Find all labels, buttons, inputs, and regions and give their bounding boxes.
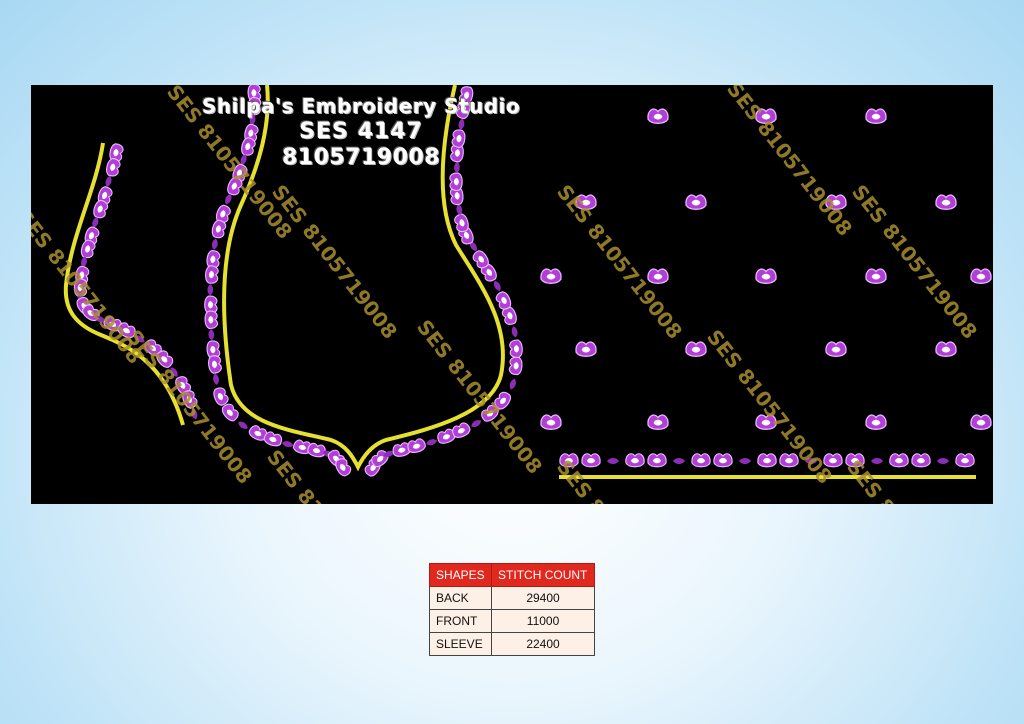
flower-motif xyxy=(204,264,220,285)
flower-motif xyxy=(647,108,669,124)
table-header-row: SHAPES STITCH COUNT xyxy=(428,563,595,587)
table-row: SLEEVE 22400 xyxy=(428,632,595,656)
flower-motif xyxy=(685,194,707,210)
leaf-motif xyxy=(211,237,219,251)
table-row: BACK 29400 xyxy=(428,586,595,610)
flower-motif xyxy=(405,437,428,455)
flower-motif xyxy=(210,218,228,240)
leaf-motif xyxy=(673,458,685,464)
stitch-count-cell: 11000 xyxy=(491,609,595,633)
flower-motif xyxy=(540,268,562,284)
studio-name: Shilpa's Embroidery Studio xyxy=(201,94,521,118)
flower-motif xyxy=(449,172,463,192)
shape-cell: BACK xyxy=(428,586,493,610)
embroidery-design-canvas: Shilpa's Embroidery Studio SES 4147 8105… xyxy=(31,85,993,504)
flower-motif xyxy=(211,385,231,408)
leaf-motif xyxy=(508,377,518,391)
flower-motif xyxy=(935,194,957,210)
flower-motif xyxy=(540,414,562,430)
design-code: SES 4147 xyxy=(299,119,423,144)
flower-motif xyxy=(508,339,524,359)
flower-motif xyxy=(647,268,669,284)
flower-motif xyxy=(647,414,669,430)
sleeve-flower-border xyxy=(559,453,975,468)
flower-motif xyxy=(691,453,711,468)
table-row: FRONT 11000 xyxy=(428,609,595,633)
flower-motif xyxy=(755,268,777,284)
leaf-motif xyxy=(492,279,503,293)
leaf-motif xyxy=(469,418,483,429)
stitch-count-table: SHAPES STITCH COUNT BACK 29400 FRONT 110… xyxy=(428,563,595,656)
leaf-motif xyxy=(208,328,215,341)
flower-motif xyxy=(889,453,909,468)
flower-motif xyxy=(685,341,707,357)
flower-motif xyxy=(207,354,223,375)
column-header-shapes: SHAPES xyxy=(428,563,493,587)
shape-cell: FRONT xyxy=(428,609,493,633)
flower-motif xyxy=(865,414,887,430)
leaf-motif xyxy=(236,419,250,431)
leaf-motif xyxy=(607,458,619,464)
flower-motif xyxy=(452,212,471,234)
flower-motif xyxy=(955,453,975,468)
flower-motif xyxy=(79,238,97,260)
flower-motif xyxy=(625,453,645,468)
flower-motif xyxy=(911,453,931,468)
flower-motif xyxy=(970,414,992,430)
flower-motif xyxy=(508,356,524,376)
shape-cell: SLEEVE xyxy=(428,632,493,656)
leaf-motif xyxy=(510,325,519,338)
flower-motif xyxy=(713,453,733,468)
flower-motif xyxy=(104,156,122,178)
flower-motif xyxy=(970,268,992,284)
flower-motif xyxy=(935,341,957,357)
flower-motif xyxy=(865,268,887,284)
flower-motif xyxy=(757,453,777,468)
stitch-count-cell: 22400 xyxy=(491,632,595,656)
flower-motif xyxy=(306,441,328,459)
leaf-motif xyxy=(937,458,949,464)
leaf-motif xyxy=(739,458,751,464)
leaf-motif xyxy=(425,437,438,447)
flower-motif xyxy=(581,453,601,468)
leaf-motif xyxy=(871,458,883,464)
flower-motif xyxy=(575,341,597,357)
flower-motif xyxy=(825,341,847,357)
flower-motif xyxy=(865,108,887,124)
leaf-motif xyxy=(104,175,113,188)
studio-title-block: Shilpa's Embroidery Studio SES 4147 8105… xyxy=(196,93,526,171)
leaf-motif xyxy=(207,283,214,296)
flower-motif xyxy=(204,310,219,330)
column-header-stitch-count: STITCH COUNT xyxy=(491,563,595,587)
stitch-count-cell: 29400 xyxy=(491,586,595,610)
leaf-motif xyxy=(212,373,220,386)
flower-motif xyxy=(647,453,667,468)
